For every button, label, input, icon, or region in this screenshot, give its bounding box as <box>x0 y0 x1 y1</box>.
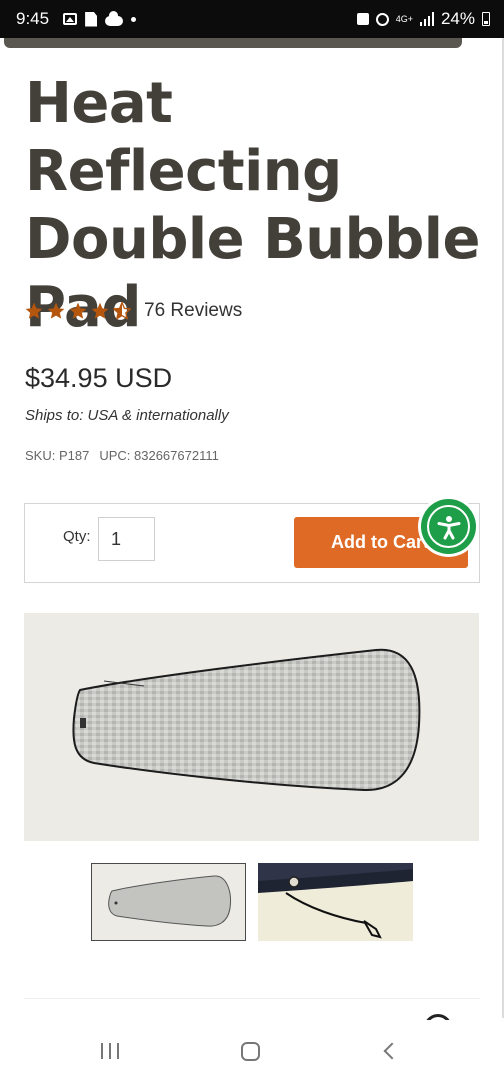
star-icon <box>25 302 43 319</box>
battery-icon <box>482 12 490 26</box>
recent-apps-bar <box>109 1043 111 1059</box>
star-half-icon <box>113 302 131 320</box>
star-icon <box>47 302 65 319</box>
status-time: 9:45 <box>16 9 50 28</box>
rating-row[interactable]: 76 Reviews <box>24 300 242 322</box>
shipping-info: Ships to: USA & internationally <box>25 407 229 424</box>
recent-apps-bar <box>101 1043 103 1059</box>
product-price: $34.95 USD <box>25 363 173 393</box>
back-button[interactable] <box>383 1042 401 1060</box>
thumbnail-1[interactable] <box>91 863 246 941</box>
quantity-input[interactable]: 1 <box>98 517 155 561</box>
qty-label: Qty: <box>63 528 91 545</box>
document-icon <box>85 11 98 27</box>
thumbnail-pad-image <box>108 875 231 927</box>
lock-icon <box>356 13 369 25</box>
accessibility-button[interactable] <box>418 496 479 557</box>
cloud-icon <box>105 11 124 26</box>
notification-dot-icon <box>131 16 137 22</box>
accessibility-ring <box>427 505 470 548</box>
system-nav-bar <box>0 1020 504 1080</box>
network-type: 4G+ <box>395 13 413 24</box>
alarm-icon <box>375 12 389 26</box>
star-icon <box>91 302 109 319</box>
star-rating <box>24 301 132 321</box>
battery-percent: 24% <box>440 9 475 28</box>
star-icon <box>69 302 87 319</box>
recent-apps-button[interactable] <box>101 1043 119 1059</box>
description-section[interactable] <box>24 998 480 1020</box>
accessibility-icon <box>437 515 460 539</box>
upc: UPC: 832667672111 <box>99 448 219 463</box>
gallery-icon <box>63 13 78 25</box>
bubble-pad-image <box>72 648 421 792</box>
thumbnail-2[interactable] <box>258 863 413 941</box>
status-bar: 9:45 4G+ 24% <box>0 0 504 38</box>
home-button[interactable] <box>241 1042 260 1061</box>
accessibility-badge <box>421 499 476 554</box>
signal-icon <box>419 12 434 26</box>
reviews-link[interactable]: 76 Reviews <box>144 300 242 322</box>
add-to-cart-panel: Qty: 1 Add to Cart <box>24 503 480 583</box>
collapsed-menu-tab[interactable] <box>4 38 462 48</box>
thumbnail-clip-image <box>258 863 413 939</box>
recent-apps-bar <box>117 1043 119 1059</box>
sku-row: SKU: P187 UPC: 832667672111 <box>25 448 219 463</box>
sku: SKU: P187 <box>25 448 90 463</box>
product-main-image[interactable] <box>24 613 479 841</box>
